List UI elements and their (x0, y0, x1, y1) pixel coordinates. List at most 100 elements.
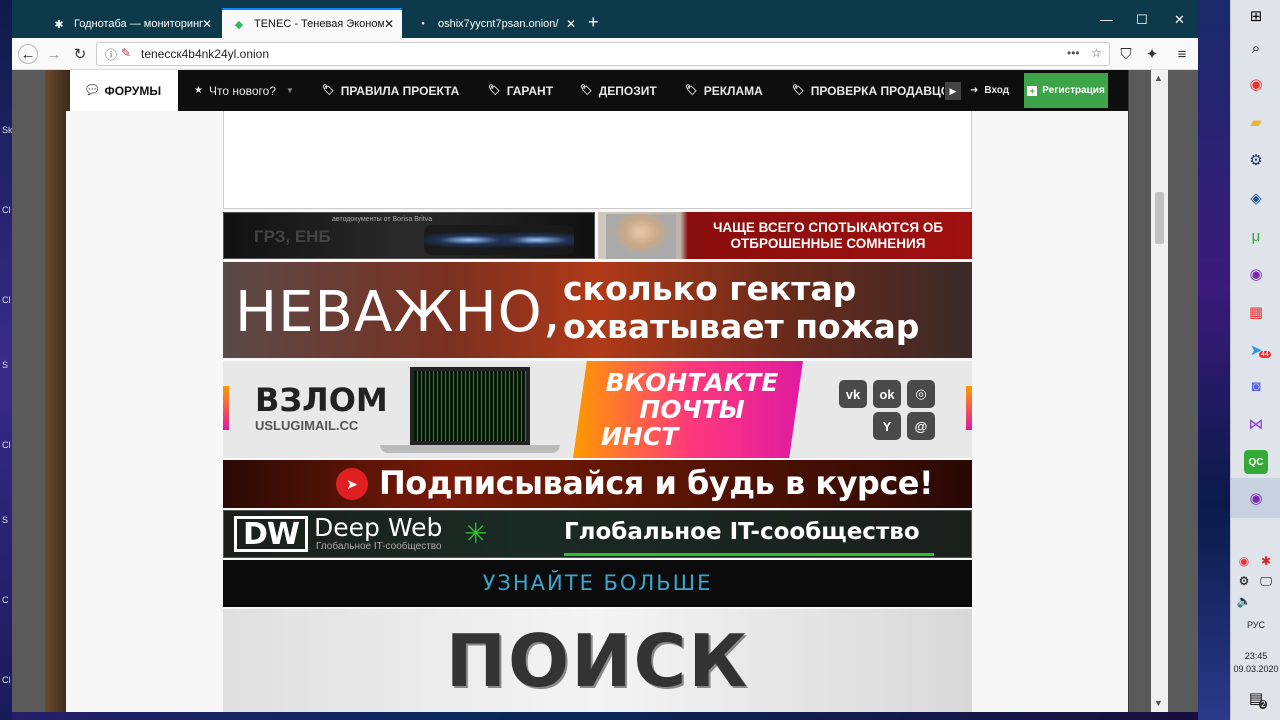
comments-icon: 💬 (86, 85, 99, 96)
banner-title: ВЗЛОМ (255, 381, 388, 419)
nav-ads[interactable]: 🏷 РЕКЛАМА (685, 70, 763, 111)
maximize-button[interactable]: ☐ (1136, 12, 1148, 28)
forward-button[interactable]: → (44, 44, 64, 64)
nav-check-label: ПРОВЕРКА ПРОДАВЦО (810, 83, 944, 98)
banner-line2: охватывает пожар (563, 307, 920, 346)
banner-telegram[interactable]: ➤ Подписывайся и будь в курсе! (223, 460, 972, 508)
minimize-button[interactable]: — (1100, 12, 1113, 27)
tor-browser-icon[interactable]: ◉ (1244, 262, 1268, 286)
banner-learn-more[interactable]: УЗНАЙТЕ БОЛЬШЕ (223, 560, 972, 607)
tor-browser-active-icon[interactable]: ◉ (1244, 486, 1268, 510)
nav-garant[interactable]: 🏷 ГАРАНТ (488, 70, 553, 111)
register-label: Регистрация (1042, 85, 1105, 96)
banner-vzlom[interactable]: ВЗЛОМ USLUGIMAIL.CC ВКОНТАКТЕ ПОЧТЫ ИНСТ… (223, 361, 972, 458)
login-icon: ➜ (970, 85, 979, 96)
new-tab-button[interactable]: + (588, 12, 599, 33)
close-icon[interactable]: ✕ (384, 17, 394, 31)
scroll-down-icon[interactable]: ▼ (1154, 698, 1163, 708)
laptop-screen (410, 367, 530, 445)
tray-alert-icon[interactable]: ✱ (1257, 552, 1275, 570)
clock-time[interactable]: 23:45 (1231, 651, 1280, 661)
utorrent-icon[interactable]: μ (1244, 224, 1268, 248)
service-line3: ИНСТ (601, 422, 679, 451)
banner-search[interactable]: ПОИСК (223, 609, 972, 712)
reload-button[interactable]: ↻ (70, 44, 90, 64)
tab-title: TENEC - Теневая Экономика (254, 18, 384, 30)
magic-wand-icon[interactable]: ✦ (1142, 44, 1162, 64)
windows-start-icon[interactable]: ⊞ (1244, 4, 1268, 28)
nav-login-label: Вход (984, 85, 1010, 96)
vk-icon: vk (839, 380, 867, 408)
nav-whats-new-label: Что нового? (208, 83, 277, 98)
nav-scroll-right-button[interactable]: ▶ (945, 82, 961, 100)
banner-text: ПОИСК (445, 619, 750, 703)
banner-doubts[interactable]: ЧАЩЕ ВСЕГО СПОТЫКАЮТСЯ ОБ ОТБРОШЕННЫЕ СО… (598, 212, 972, 259)
steam-icon[interactable]: ⚙ (1244, 148, 1268, 172)
main-content: автодокументы от Borisa Britva ГРЗ, ЕНБ … (66, 111, 1128, 712)
telegram-icon: ➤ (336, 468, 368, 500)
tab-oshix[interactable]: ● oshix7yycnt7psan.onion/ ✕ (406, 10, 584, 38)
url-bar[interactable]: ⓘ ✎ teneccк4b4nk24yl.onion ••• ☆ (96, 42, 1110, 66)
info-icon[interactable]: ⓘ (105, 46, 117, 63)
banner-headline: НЕВАЖНО, (235, 280, 562, 345)
ad-frame (223, 111, 972, 209)
star-icon: ★ (194, 85, 203, 96)
page-viewport: 💬 ФОРУМЫ ★ Что нового? ▼ 🏷 ПРАВИЛА ПРОЕК… (12, 70, 1198, 712)
logo-icon: ◆ (234, 18, 244, 31)
close-icon[interactable]: ✕ (202, 17, 212, 31)
qt-creator-icon[interactable]: QC (1244, 450, 1268, 474)
file-explorer-icon[interactable]: ▰ (1244, 110, 1268, 134)
dw-logo: DW (234, 516, 308, 552)
virtualbox-icon[interactable]: ◈ (1244, 186, 1268, 210)
nav-check-sellers[interactable]: 🏷 ПРОВЕРКА ПРОДАВЦО (792, 70, 944, 111)
nav-toolbar: ← → ↻ ⓘ ✎ teneccк4b4nk24yl.onion ••• ☆ ⛉… (12, 38, 1198, 70)
close-icon[interactable]: ✕ (566, 17, 576, 31)
tab-godnotaba[interactable]: ✱ Годнотаба — мониторинг год ✕ (42, 10, 220, 38)
car-grille-image (424, 225, 574, 255)
scroll-up-icon[interactable]: ▲ (1154, 73, 1163, 83)
portrait-image (606, 214, 676, 259)
nav-login[interactable]: ➜ Вход (970, 70, 1009, 111)
nav-forums[interactable]: 💬 ФОРУМЫ (70, 70, 178, 111)
nav-ads-label: РЕКЛАМА (703, 83, 763, 98)
shield-icon[interactable]: ⛉ (1116, 44, 1136, 64)
tray-steam-icon[interactable]: ⚙ (1235, 572, 1253, 590)
nav-rules[interactable]: 🏷 ПРАВИЛА ПРОЕКТА (322, 70, 459, 111)
dw-subtitle: Глобальное IT-сообщество (316, 541, 442, 552)
tab-tenec[interactable]: ◆ TENEC - Теневая Экономика ✕ (222, 8, 402, 38)
dw-accent-line (564, 553, 934, 556)
service-line1: ВКОНТАКТЕ (605, 368, 779, 397)
back-button[interactable]: ← (18, 44, 38, 64)
service-line2: ПОЧТЫ (639, 395, 745, 424)
close-window-button[interactable]: ✕ (1174, 12, 1185, 28)
nav-deposit[interactable]: 🏷 ДЕПОЗИТ (580, 70, 657, 111)
banner-avtodocs[interactable]: автодокументы от Borisa Britva ГРЗ, ЕНБ (223, 212, 595, 259)
banner-deepweb[interactable]: DW Deep Web Глобальное IT-сообщество ✳ Г… (223, 510, 972, 558)
insecure-icon: ✎ (121, 46, 132, 60)
language-indicator[interactable]: РУС (1231, 620, 1280, 630)
more-icon[interactable]: ••• (1067, 46, 1080, 60)
tag-icon: 🏷 (792, 85, 805, 96)
visual-studio-icon[interactable]: ⋈ (1244, 412, 1268, 436)
tray-network-icon[interactable]: 🖵 (1257, 572, 1275, 590)
discord-icon[interactable]: ◙ (1244, 374, 1268, 398)
desktop-left-edge: Sk Cl Cl S Cl S C Cl (0, 0, 13, 720)
scroll-thumb[interactable] (1155, 192, 1164, 244)
bookmark-star-icon[interactable]: ☆ (1091, 46, 1102, 60)
banner-text: Подписывайся и будь в курсе! (379, 464, 934, 502)
telegram-icon[interactable]: ➤ (1244, 338, 1268, 362)
volume-icon[interactable]: 🔈 (1235, 592, 1253, 610)
browser-window: ✱ Годнотаба — мониторинг год ✕ ◆ TENEC -… (12, 0, 1198, 712)
clock-date[interactable]: 09.03.2020 (1231, 664, 1280, 674)
menu-icon[interactable]: ≡ (1172, 44, 1192, 64)
search-icon[interactable]: ⌕ (1244, 36, 1268, 60)
banner-fire[interactable]: НЕВАЖНО, сколько гектар охватывает пожар (223, 262, 972, 358)
rubiks-cube-icon[interactable]: ▦ (1244, 300, 1268, 324)
banner-caption: автодокументы от Borisa Britva (332, 216, 433, 223)
register-button[interactable]: + Регистрация (1024, 73, 1108, 108)
page-scrollbar[interactable]: ▲ ▼ (1151, 70, 1168, 712)
tray-chrome-icon[interactable]: ◉ (1235, 552, 1253, 570)
nav-whats-new[interactable]: ★ Что нового? ▼ (194, 70, 294, 111)
chrome-icon[interactable]: ◉ (1244, 72, 1268, 96)
network-icon: ✳ (464, 518, 488, 549)
